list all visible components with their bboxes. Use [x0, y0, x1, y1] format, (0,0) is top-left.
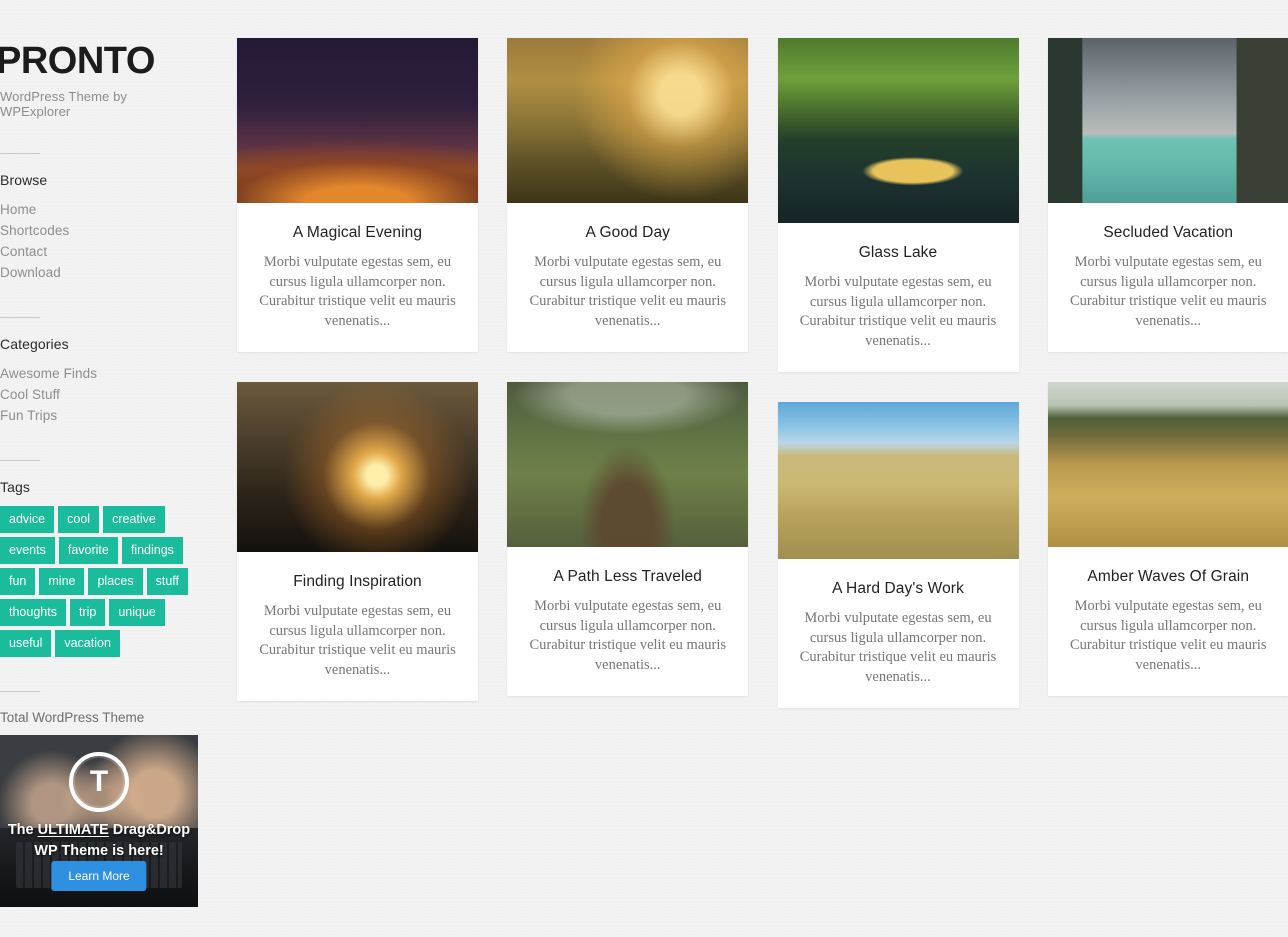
post-excerpt: Morbi vulputate egestas sem, eu cursus l…	[799, 610, 997, 685]
post-card[interactable]: Glass Lake Morbi vulputate egestas sem, …	[777, 38, 1019, 372]
post-card[interactable]: A Magical Evening Morbi vulputate egesta…	[237, 38, 478, 352]
browse-heading: Browse	[0, 172, 48, 188]
post-excerpt: Morbi vulputate egestas sem, eu cursus l…	[529, 254, 726, 329]
section-divider	[0, 153, 40, 154]
post-title[interactable]: A Hard Day's Work	[790, 580, 1007, 598]
tag-cloud: advice cool creative events favorite fin…	[0, 506, 196, 657]
post-grid: A Magical Evening Morbi vulputate egesta…	[237, 38, 1288, 937]
tag-mine[interactable]: mine	[39, 568, 85, 595]
tag-favorite[interactable]: favorite	[58, 537, 118, 564]
post-excerpt: Morbi vulputate egestas sem, eu cursus l…	[259, 603, 456, 678]
post-title[interactable]: Amber Waves Of Grain	[1060, 568, 1277, 586]
total-logo-icon: T	[69, 752, 129, 812]
site-tagline: WordPress Theme by WPExplorer	[0, 89, 128, 119]
post-excerpt: Morbi vulputate egestas sem, eu cursus l…	[1069, 254, 1267, 329]
post-card[interactable]: Secluded Vacation Morbi vulputate egesta…	[1047, 38, 1288, 352]
promo-headline-post: Drag&Drop	[108, 822, 191, 838]
promo-headline-line2: WP Theme is here!	[34, 843, 164, 859]
category-item-awesome-finds[interactable]: Awesome Finds	[0, 363, 200, 384]
section-divider	[0, 691, 40, 692]
tag-stuff[interactable]: stuff	[146, 568, 189, 595]
tag-fun[interactable]: fun	[0, 568, 36, 595]
post-title[interactable]: A Good Day	[519, 224, 736, 242]
tag-cool[interactable]: cool	[58, 506, 100, 533]
promo-heading: Total WordPress Theme	[0, 710, 145, 725]
post-thumbnail-green-forest-trail[interactable]	[507, 382, 749, 547]
post-title[interactable]: A Path Less Traveled	[519, 568, 736, 586]
promo-banner[interactable]: T The ULTIMATE Drag&Drop WP Theme is her…	[0, 735, 198, 907]
nav-item-download[interactable]: Download	[0, 262, 200, 283]
categories-heading: Categories	[0, 336, 69, 352]
site-title[interactable]: PRONTO	[0, 42, 200, 80]
tag-vacation[interactable]: vacation	[55, 630, 120, 657]
tag-creative[interactable]: creative	[103, 506, 165, 533]
post-excerpt: Morbi vulputate egestas sem, eu cursus l…	[1069, 598, 1267, 673]
post-thumbnail-hay-bales-and-tractor-in-field[interactable]	[777, 402, 1019, 559]
post-card[interactable]: Finding Inspiration Morbi vulputate eges…	[237, 382, 478, 701]
post-excerpt: Morbi vulputate egestas sem, eu cursus l…	[799, 274, 997, 349]
post-card[interactable]: A Good Day Morbi vulputate egestas sem, …	[507, 38, 749, 352]
tag-events[interactable]: events	[0, 537, 55, 564]
post-title[interactable]: A Magical Evening	[249, 224, 466, 242]
nav-item-shortcodes[interactable]: Shortcodes	[0, 220, 200, 241]
nav-item-contact[interactable]: Contact	[0, 241, 200, 262]
tag-unique[interactable]: unique	[109, 599, 165, 626]
categories-nav: Awesome Finds Cool Stuff Fun Trips	[0, 363, 200, 426]
post-thumbnail-girl-in-golden-field-at-sunset[interactable]	[507, 38, 749, 203]
post-thumbnail-yellow-canoe-on-mirror-lake[interactable]	[777, 38, 1019, 223]
post-title[interactable]: Secluded Vacation	[1060, 224, 1277, 242]
post-card[interactable]: A Path Less Traveled Morbi vulputate ege…	[507, 382, 749, 696]
tag-advice[interactable]: advice	[0, 506, 55, 533]
tag-places[interactable]: places	[88, 568, 143, 595]
tag-findings[interactable]: findings	[121, 537, 183, 564]
nav-item-home[interactable]: Home	[0, 199, 200, 220]
promo-headline-pre: The	[7, 822, 38, 838]
sidebar: PRONTO WordPress Theme by WPExplorer Bro…	[0, 0, 200, 937]
post-title[interactable]: Finding Inspiration	[249, 573, 466, 591]
tag-useful[interactable]: useful	[0, 630, 52, 657]
post-thumbnail-desert-dunes-at-night[interactable]	[237, 38, 478, 203]
section-divider	[0, 317, 40, 318]
post-title[interactable]: Glass Lake	[790, 244, 1007, 262]
post-card[interactable]: A Hard Day's Work Morbi vulputate egesta…	[777, 402, 1019, 708]
section-divider	[0, 460, 40, 461]
post-thumbnail-wheat-field-close-up[interactable]	[1047, 382, 1288, 547]
promo-headline-line1: The ULTIMATE Drag&Drop	[0, 822, 198, 838]
browse-nav: Home Shortcodes Contact Download	[0, 199, 200, 283]
tags-heading: Tags	[0, 479, 30, 495]
promo-headline-emphasis: ULTIMATE	[37, 822, 109, 838]
category-item-cool-stuff[interactable]: Cool Stuff	[0, 384, 200, 405]
tag-trip[interactable]: trip	[69, 599, 106, 626]
post-thumbnail-backlit-silhouette-sun-flare[interactable]	[237, 382, 478, 552]
post-excerpt: Morbi vulputate egestas sem, eu cursus l…	[529, 598, 726, 673]
post-excerpt: Morbi vulputate egestas sem, eu cursus l…	[259, 254, 456, 329]
post-card[interactable]: Amber Waves Of Grain Morbi vulputate ege…	[1047, 382, 1288, 696]
learn-more-button[interactable]: Learn More	[51, 861, 147, 891]
tag-thoughts[interactable]: thoughts	[0, 599, 66, 626]
category-item-fun-trips[interactable]: Fun Trips	[0, 405, 200, 426]
post-thumbnail-tropical-lagoon-between-cliffs[interactable]	[1047, 38, 1288, 203]
